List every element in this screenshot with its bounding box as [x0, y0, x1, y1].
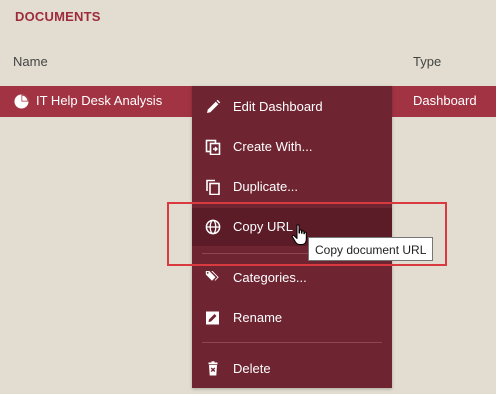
document-name[interactable]: IT Help Desk Analysis: [36, 93, 162, 108]
column-header-name[interactable]: Name: [13, 54, 48, 69]
hand-cursor-icon: [291, 224, 307, 245]
menu-item-label: Edit Dashboard: [233, 99, 323, 114]
menu-item-label: Create With...: [233, 139, 313, 154]
menu-item-delete[interactable]: Delete: [192, 350, 392, 388]
section-title: DOCUMENTS: [15, 9, 101, 24]
menu-item-duplicate[interactable]: Duplicate...: [192, 168, 392, 206]
rename-icon: [206, 311, 219, 325]
menu-item-edit-dashboard[interactable]: Edit Dashboard: [192, 88, 392, 126]
menu-divider: [202, 342, 382, 343]
create-with-icon: [205, 139, 221, 155]
menu-item-create-with[interactable]: Create With...: [192, 128, 392, 166]
menu-item-label: Categories...: [233, 270, 307, 285]
pie-chart-icon: [14, 94, 29, 109]
menu-item-label: Rename: [233, 310, 283, 325]
tooltip: Copy document URL: [308, 237, 434, 261]
document-type: Dashboard: [413, 93, 477, 108]
menu-item-rename[interactable]: Rename: [192, 299, 392, 337]
menu-item-label: Delete: [233, 361, 271, 376]
menu-item-label: Duplicate...: [233, 179, 299, 194]
column-header-type[interactable]: Type: [413, 54, 441, 69]
pencil-icon: [207, 99, 221, 113]
trash-icon: [208, 361, 218, 376]
duplicate-icon: [206, 179, 220, 195]
tag-icon: [205, 271, 219, 281]
